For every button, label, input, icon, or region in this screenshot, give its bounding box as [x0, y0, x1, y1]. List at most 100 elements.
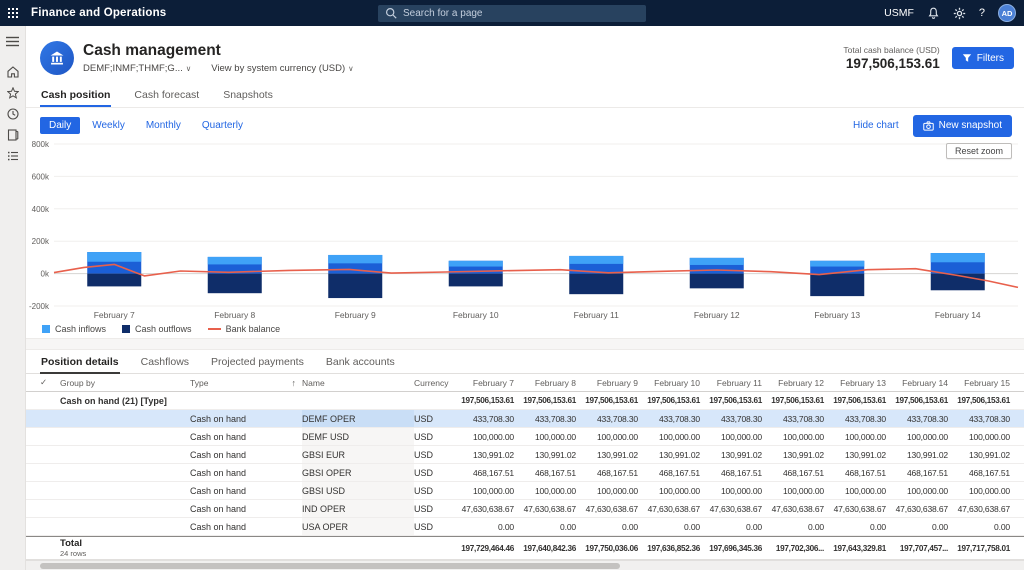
- svg-text:February 14: February 14: [935, 310, 981, 320]
- column-header-february-8[interactable]: February 8: [520, 378, 582, 388]
- column-header-february-13[interactable]: February 13: [830, 378, 892, 388]
- chart-canvas[interactable]: 800k600k400k200k0k-200kFebruary 7Februar…: [26, 138, 1024, 320]
- total-label-cell: Total24 rows: [60, 539, 190, 558]
- help-icon[interactable]: ?: [979, 7, 985, 19]
- group-value-february-15: 197,506,153.61: [954, 396, 1016, 405]
- filters-button[interactable]: Filters: [952, 47, 1014, 69]
- column-header-february-11[interactable]: February 11: [706, 378, 768, 388]
- nav-modules-button[interactable]: [0, 124, 26, 145]
- page-search-box[interactable]: Search for a page: [378, 5, 646, 22]
- row-name: DEMF OPER: [302, 410, 414, 427]
- row-value-february-11: 100,000.00: [706, 486, 768, 496]
- frequency-monthly[interactable]: Monthly: [137, 117, 190, 134]
- row-value-february-11: 130,991.02: [706, 450, 768, 460]
- grid-group-row[interactable]: Cash on hand (21) [Type]197,506,153.6119…: [26, 392, 1024, 410]
- row-name: IND OPER: [302, 500, 414, 517]
- tab-cash-position[interactable]: Cash position: [40, 89, 111, 107]
- row-type: Cash on hand: [190, 468, 302, 478]
- group-value-february-11: 197,506,153.61: [706, 396, 768, 405]
- waffle-grid-icon: [8, 8, 18, 18]
- row-value-february-10: 100,000.00: [644, 432, 706, 442]
- grid-row-usa-oper[interactable]: Cash on handUSA OPERUSD0.000.000.000.000…: [26, 518, 1024, 536]
- total-name-cell: [302, 537, 414, 559]
- nav-home-button[interactable]: [0, 61, 26, 82]
- tab-cash-forecast[interactable]: Cash forecast: [133, 89, 200, 107]
- detail-tab-cashflows[interactable]: Cashflows: [140, 356, 190, 373]
- top-app-bar: Finance and Operations Search for a page…: [0, 0, 1024, 26]
- user-avatar[interactable]: AD: [998, 4, 1016, 22]
- grid-row-gbsi-usd[interactable]: Cash on handGBSI USDUSD100,000.00100,000…: [26, 482, 1024, 500]
- row-currency: USD: [414, 432, 458, 442]
- row-value-february-13: 100,000.00: [830, 486, 892, 496]
- column-header-february-7[interactable]: February 7: [458, 378, 520, 388]
- svg-text:February 13: February 13: [814, 310, 860, 320]
- column-header-february-14[interactable]: February 14: [892, 378, 954, 388]
- hide-chart-link[interactable]: Hide chart: [853, 120, 899, 131]
- row-value-february-13: 433,708.30: [830, 414, 892, 424]
- settings-gear-icon[interactable]: [953, 7, 966, 20]
- row-value-february-7: 0.00: [458, 522, 520, 532]
- grid-total-row: Total24 rows197,729,464.46197,640,842.36…: [26, 536, 1024, 560]
- app-launcher-icon[interactable]: [0, 0, 26, 26]
- frequency-weekly[interactable]: Weekly: [83, 117, 134, 134]
- grid-row-gbsi-eur[interactable]: Cash on handGBSI EURUSD130,991.02130,991…: [26, 446, 1024, 464]
- frequency-daily[interactable]: Daily: [40, 117, 80, 134]
- row-value-february-15: 100,000.00: [954, 432, 1016, 442]
- row-value-february-7: 100,000.00: [458, 432, 520, 442]
- grid-row-demf-oper[interactable]: Cash on handDEMF OPERUSD433,708.30433,70…: [26, 410, 1024, 428]
- main-content: Cash management DEMF;INMF;THMF;G... ∨ Vi…: [26, 26, 1024, 570]
- nav-recent-button[interactable]: [0, 103, 26, 124]
- row-value-february-10: 468,167.51: [644, 468, 706, 478]
- row-value-february-7: 47,630,638.67: [458, 504, 520, 514]
- column-header-currency[interactable]: Currency: [414, 378, 458, 388]
- grid-row-gbsi-oper[interactable]: Cash on handGBSI OPERUSD468,167.51468,16…: [26, 464, 1024, 482]
- new-snapshot-button[interactable]: New snapshot: [913, 115, 1012, 137]
- left-nav-rail: [0, 26, 26, 570]
- chart-controls-right: Hide chart New snapshot: [853, 115, 1012, 137]
- company-picker[interactable]: USMF: [884, 7, 914, 19]
- scrollbar-thumb[interactable]: [40, 563, 620, 569]
- row-type: Cash on hand: [190, 450, 302, 460]
- view-by-currency-dropdown[interactable]: View by system currency (USD) ∨: [211, 63, 353, 74]
- row-type: Cash on hand: [190, 414, 302, 424]
- bank-icon: [49, 50, 65, 66]
- column-header-february-12[interactable]: February 12: [768, 378, 830, 388]
- row-value-february-11: 47,630,638.67: [706, 504, 768, 514]
- detail-tab-bank-accounts[interactable]: Bank accounts: [325, 356, 396, 373]
- reset-zoom-button[interactable]: Reset zoom: [946, 143, 1012, 159]
- legend-item-bank-balance: Bank balance: [208, 324, 281, 334]
- column-header-february-10[interactable]: February 10: [644, 378, 706, 388]
- row-value-february-12: 100,000.00: [768, 486, 830, 496]
- notifications-bell-icon[interactable]: [927, 7, 940, 20]
- total-value-february-14: 197,707,457...: [892, 544, 954, 553]
- svg-text:0k: 0k: [41, 270, 50, 279]
- detail-tab-position-details[interactable]: Position details: [40, 356, 120, 373]
- column-header-group-by[interactable]: Group by: [60, 378, 190, 388]
- select-all-checkbox[interactable]: ✓: [26, 377, 60, 388]
- row-type: Cash on hand: [190, 504, 302, 514]
- row-value-february-8: 100,000.00: [520, 432, 582, 442]
- company-scope-dropdown[interactable]: DEMF;INMF;THMF;G... ∨: [83, 63, 191, 74]
- grid-row-demf-usd[interactable]: Cash on handDEMF USDUSD100,000.00100,000…: [26, 428, 1024, 446]
- column-header-name[interactable]: Name: [302, 374, 414, 391]
- page-tabs: Cash position Cash forecast Snapshots: [26, 84, 1024, 108]
- nav-favorites-button[interactable]: [0, 82, 26, 103]
- column-header-type[interactable]: Type ↑: [190, 378, 302, 388]
- filter-funnel-icon: [962, 53, 972, 63]
- column-header-february-9[interactable]: February 9: [582, 378, 644, 388]
- detail-tab-projected-payments[interactable]: Projected payments: [210, 356, 305, 373]
- group-value-february-9: 197,506,153.61: [582, 396, 644, 405]
- horizontal-scrollbar[interactable]: [26, 560, 1024, 570]
- frequency-quarterly[interactable]: Quarterly: [193, 117, 252, 134]
- svg-text:600k: 600k: [32, 172, 50, 181]
- nav-menu-button[interactable]: [0, 31, 26, 52]
- total-value-february-13: 197,643,329.81: [830, 544, 892, 553]
- row-value-february-8: 0.00: [520, 522, 582, 532]
- grid-row-ind-oper[interactable]: Cash on handIND OPERUSD47,630,638.6747,6…: [26, 500, 1024, 518]
- filters-button-label: Filters: [977, 53, 1004, 64]
- tab-snapshots[interactable]: Snapshots: [222, 89, 274, 107]
- row-value-february-14: 100,000.00: [892, 432, 954, 442]
- row-value-february-10: 47,630,638.67: [644, 504, 706, 514]
- nav-workspaces-button[interactable]: [0, 145, 26, 166]
- column-header-february-15[interactable]: February 15: [954, 378, 1016, 388]
